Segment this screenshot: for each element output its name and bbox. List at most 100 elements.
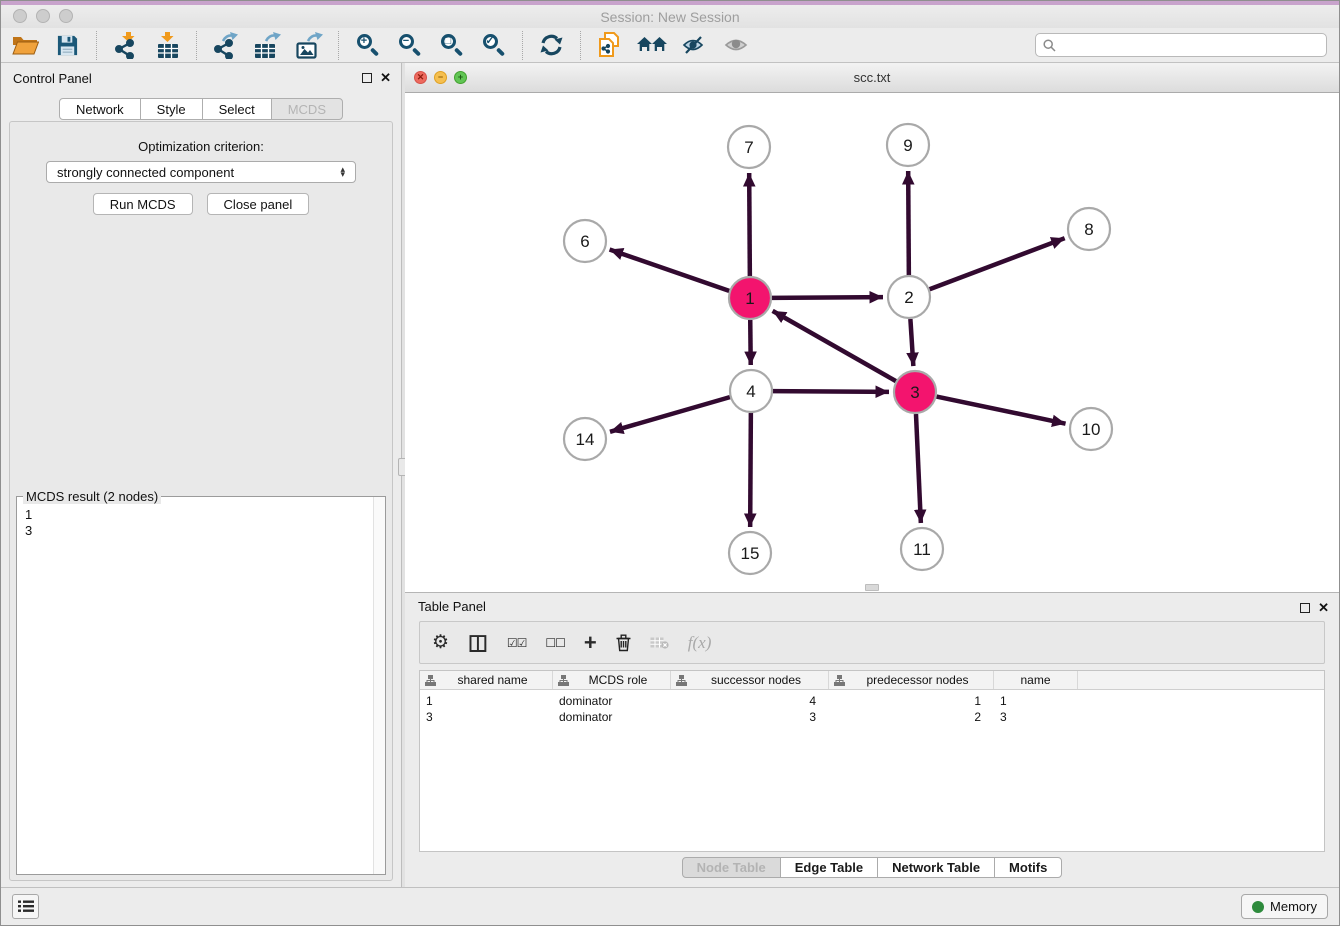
import-table-button[interactable] [151, 30, 184, 61]
graph-edge[interactable] [750, 413, 751, 527]
tab-style[interactable]: Style [140, 98, 203, 120]
table-cell[interactable]: 1 [994, 694, 1078, 708]
close-table-panel-icon[interactable]: ✕ [1318, 601, 1329, 614]
deselect-all-rows-button[interactable]: ☐☐ [545, 636, 565, 650]
zoom-in-button[interactable]: + [351, 30, 384, 61]
table-cell[interactable]: 2 [829, 710, 994, 724]
tab-node-table[interactable]: Node Table [682, 857, 781, 878]
graph-node-label: 9 [903, 136, 912, 155]
show-home-button[interactable] [635, 30, 668, 61]
search-icon [1043, 39, 1056, 52]
main-area: Control Panel ✕ Network Style Select MCD… [1, 63, 1339, 887]
table-cell[interactable]: 3 [420, 710, 553, 724]
add-column-button[interactable]: + [584, 630, 597, 656]
memory-label: Memory [1270, 899, 1317, 914]
network-graph: 7968124314101511 [405, 93, 1340, 592]
table-row[interactable]: 1dominator411 [420, 693, 1324, 709]
minimize-window-button[interactable] [36, 9, 50, 23]
close-window-button[interactable] [13, 9, 27, 23]
optimization-criterion-select[interactable]: strongly connected component ▴▾ [46, 161, 356, 183]
table-panel-header: Table Panel ✕ [405, 593, 1339, 620]
graph-edge[interactable] [773, 311, 896, 381]
export-image-button[interactable] [293, 30, 326, 61]
network-zoom-button[interactable]: + [454, 71, 467, 84]
tab-motifs[interactable]: Motifs [994, 857, 1062, 878]
table-cell[interactable]: 3 [994, 710, 1078, 724]
optimization-criterion-label: Optimization criterion: [10, 139, 392, 154]
control-panel-tabs: Network Style Select MCDS [1, 98, 401, 120]
zoom-fit-button[interactable]: □ [435, 30, 468, 61]
memory-button[interactable]: Memory [1241, 894, 1328, 919]
hide-selected-button[interactable] [677, 30, 710, 61]
graph-edge[interactable] [910, 319, 913, 366]
toolbar-divider [196, 31, 197, 60]
float-panel-icon[interactable] [362, 73, 372, 83]
open-session-button[interactable] [9, 30, 42, 61]
clone-network-button[interactable] [593, 30, 626, 61]
close-panel-icon[interactable]: ✕ [380, 71, 391, 84]
graph-edge[interactable] [749, 173, 750, 276]
tab-select[interactable]: Select [202, 98, 272, 120]
table-cell[interactable]: 1 [829, 694, 994, 708]
graph-edge[interactable] [610, 397, 730, 432]
select-all-rows-button[interactable]: ☑☑ [507, 636, 527, 650]
save-session-button[interactable] [51, 30, 84, 61]
table-cell[interactable]: dominator [553, 710, 671, 724]
houses-icon [637, 35, 667, 55]
delete-column-button[interactable] [616, 634, 631, 652]
network-canvas[interactable]: 7968124314101511 [405, 93, 1339, 592]
delete-table-button[interactable] [650, 635, 669, 650]
search-field[interactable] [1061, 38, 1319, 53]
export-network-icon [213, 32, 239, 59]
column-header[interactable]: predecessor nodes [829, 671, 994, 689]
table-settings-button[interactable]: ⚙ [432, 631, 449, 654]
task-list-icon [18, 900, 34, 913]
import-network-button[interactable] [109, 30, 142, 61]
show-columns-button[interactable]: ◫ [468, 630, 488, 655]
zoom-out-button[interactable]: − [393, 30, 426, 61]
graph-edge[interactable] [610, 249, 730, 290]
export-image-icon [296, 32, 323, 59]
export-table-button[interactable] [251, 30, 284, 61]
toolbar-divider [522, 31, 523, 60]
canvas-resize-grip[interactable] [865, 584, 879, 591]
mcds-result-list[interactable]: 13 [17, 505, 373, 874]
task-history-button[interactable] [12, 894, 39, 919]
zoom-window-button[interactable] [59, 9, 73, 23]
column-header[interactable]: name [994, 671, 1078, 689]
show-selected-button[interactable] [719, 30, 752, 61]
close-panel-button[interactable]: Close panel [207, 193, 310, 215]
table-cell[interactable]: dominator [553, 694, 671, 708]
network-close-button[interactable]: ✕ [414, 71, 427, 84]
graph-edge[interactable] [772, 297, 883, 298]
graph-edge[interactable] [916, 414, 921, 523]
apply-layout-button[interactable] [535, 30, 568, 61]
tab-network-table[interactable]: Network Table [877, 857, 995, 878]
table-row[interactable]: 3dominator323 [420, 709, 1324, 725]
function-builder-button[interactable]: f(x) [688, 633, 712, 653]
column-header[interactable]: MCDS role [553, 671, 671, 689]
network-window-titlebar[interactable]: ✕ − + scc.txt [405, 63, 1339, 93]
table-cell[interactable]: 4 [671, 694, 829, 708]
table-cell[interactable]: 3 [671, 710, 829, 724]
titlebar[interactable]: Session: New Session [1, 5, 1339, 28]
graph-edge[interactable] [773, 391, 889, 392]
network-minimize-button[interactable]: − [434, 71, 447, 84]
float-table-panel-icon[interactable] [1300, 603, 1310, 613]
column-header[interactable]: shared name [420, 671, 553, 689]
column-header[interactable]: successor nodes [671, 671, 829, 689]
graph-edge[interactable] [937, 397, 1066, 424]
node-table-header: shared nameMCDS rolesuccessor nodesprede… [420, 671, 1324, 690]
tab-mcds[interactable]: MCDS [271, 98, 343, 120]
run-mcds-button[interactable]: Run MCDS [93, 193, 193, 215]
zoom-selected-button[interactable]: ✓ [477, 30, 510, 61]
tab-network[interactable]: Network [59, 98, 141, 120]
result-scrollbar[interactable] [373, 497, 385, 874]
graph-edge[interactable] [930, 238, 1065, 289]
graph-node-label: 2 [904, 288, 913, 307]
tab-edge-table[interactable]: Edge Table [780, 857, 878, 878]
graph-edge[interactable] [908, 171, 909, 275]
table-cell[interactable]: 1 [420, 694, 553, 708]
export-network-button[interactable] [209, 30, 242, 61]
search-input[interactable] [1035, 33, 1327, 57]
